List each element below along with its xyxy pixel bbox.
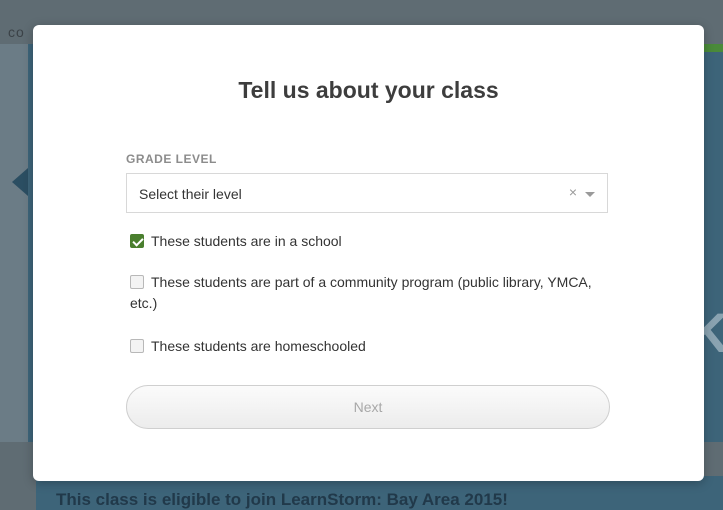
option-community-program-label: These students are part of a community p… — [130, 274, 592, 311]
clear-icon[interactable]: × — [569, 184, 577, 200]
option-homeschooled-label: These students are homeschooled — [151, 338, 366, 354]
grade-level-select[interactable]: Select their level × — [126, 173, 608, 213]
option-community-program[interactable]: These students are part of a community p… — [130, 272, 610, 314]
grade-level-select-value: Select their level — [139, 186, 242, 202]
next-button[interactable]: Next — [126, 385, 610, 429]
checkbox-community-program[interactable] — [130, 275, 144, 289]
option-in-school[interactable]: These students are in a school — [130, 231, 342, 252]
checkbox-in-school[interactable] — [130, 234, 144, 248]
background-topbar-text: co — [8, 24, 25, 40]
modal-title: Tell us about your class — [238, 77, 499, 103]
grade-level-label: GRADE LEVEL — [126, 152, 217, 166]
background-left-arrow-icon — [12, 168, 28, 196]
option-in-school-label: These students are in a school — [151, 233, 342, 249]
checkbox-homeschooled[interactable] — [130, 339, 144, 353]
option-homeschooled[interactable]: These students are homeschooled — [130, 336, 366, 357]
class-info-modal: Tell us about your class GRADE LEVEL Sel… — [33, 25, 704, 481]
background-footer-text: This class is eligible to join LearnStor… — [56, 490, 508, 509]
chevron-down-icon[interactable] — [585, 192, 595, 197]
